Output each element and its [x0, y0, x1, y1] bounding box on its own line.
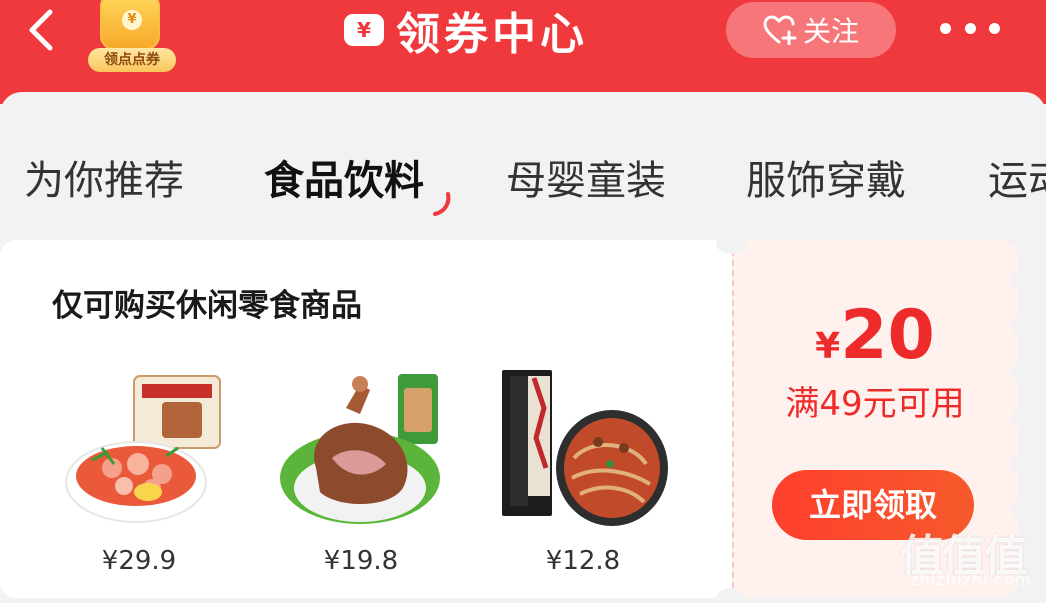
card-scallop	[1010, 272, 1026, 288]
product-image[interactable]	[62, 368, 232, 538]
content-top-edge	[0, 92, 1046, 122]
watermark-text: zhizhizhi.com	[910, 570, 1032, 589]
follow-button[interactable]: 关注	[726, 2, 896, 58]
coupon-amount: ¥20	[732, 296, 1018, 375]
card-notch	[716, 232, 746, 254]
card-notch	[716, 588, 746, 603]
coupon-description: 仅可购买休闲零食商品	[52, 288, 362, 324]
coin-bag-icon: ¥	[100, 0, 160, 50]
active-tab-indicator	[433, 192, 451, 216]
card-scallop	[1010, 456, 1026, 472]
category-tabs: 为你推荐 食品饮料 母婴童装 服饰穿戴 运动	[0, 148, 1046, 208]
back-button[interactable]	[22, 6, 62, 54]
product-image[interactable]	[500, 368, 670, 538]
braised-chicken-leg-icon	[280, 374, 440, 524]
currency-symbol: ¥	[815, 326, 841, 367]
yen-coin-icon: ¥	[122, 10, 142, 30]
tab-apparel[interactable]: 服饰穿戴	[746, 148, 906, 206]
more-options-button[interactable]	[940, 16, 1000, 40]
tab-food-drinks[interactable]: 食品饮料	[264, 148, 424, 206]
card-scallop	[1010, 502, 1026, 518]
product-price: ¥19.8	[323, 546, 399, 576]
follow-label: 关注	[802, 15, 859, 48]
tab-recommend[interactable]: 为你推荐	[24, 148, 184, 206]
tab-maternity-kids[interactable]: 母婴童装	[506, 148, 666, 206]
page-title-group: ¥ 领券中心	[344, 4, 588, 60]
dot-icon	[964, 22, 976, 34]
page-title: 领券中心	[396, 9, 588, 60]
product-price: ¥29.9	[101, 546, 177, 576]
product-image[interactable]	[276, 368, 446, 538]
site-watermark: 值值值 zhizhizhi.com	[896, 520, 1046, 603]
tab-sports[interactable]: 运动	[988, 148, 1046, 206]
points-coupon-label: 领点点券	[88, 48, 176, 72]
coupon-condition: 满49元可用	[785, 384, 965, 424]
coupon-value: 20	[840, 296, 935, 375]
coupon-logo-icon: ¥	[344, 14, 384, 46]
dot-icon	[989, 22, 1000, 34]
food-snack-icon	[65, 375, 221, 523]
points-coupon-badge[interactable]: ¥ 领点点券	[84, 0, 180, 74]
dot-icon	[940, 22, 951, 34]
chevron-left-icon	[29, 9, 53, 51]
noodle-box-icon	[502, 370, 668, 526]
heart-plus-icon	[763, 15, 797, 45]
product-price: ¥12.8	[545, 546, 621, 576]
